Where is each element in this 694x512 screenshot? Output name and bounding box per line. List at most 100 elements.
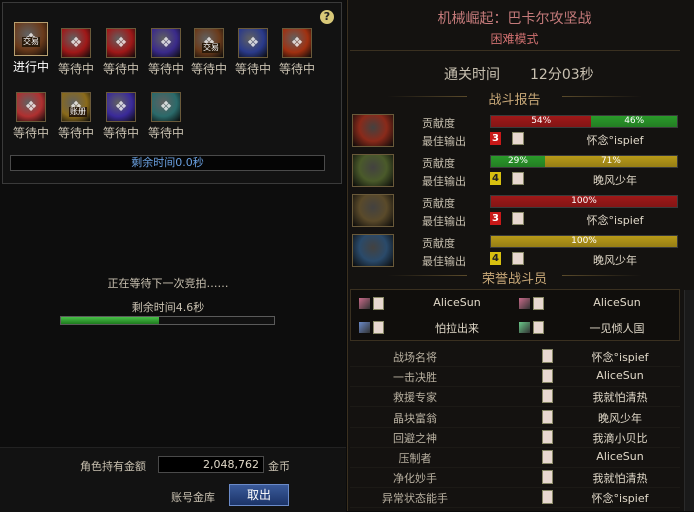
player-avatar-icon — [542, 349, 553, 363]
title-award-row: 压制者 AliceSun — [350, 447, 680, 468]
bid-slot-2[interactable]: ❖ 等待中 — [55, 28, 97, 77]
title-award-row: 晶块富翁 晚风少年 — [350, 407, 680, 428]
bid-slot-8[interactable]: ❖ 等待中 — [10, 92, 52, 141]
gold-unit: 金币 — [268, 460, 290, 473]
rank-badge: 3 — [490, 132, 501, 145]
slot-status: 等待中 — [12, 126, 49, 140]
award-title: 异常状态能手 — [382, 492, 448, 506]
boss-portrait-icon — [352, 154, 394, 187]
crown-icon — [519, 297, 530, 309]
bid-slot-4[interactable]: ❖ 等待中 — [145, 28, 187, 77]
contrib-segment: 29% — [491, 156, 545, 167]
slot-status: 等待中 — [102, 126, 139, 140]
player-avatar-icon — [533, 320, 544, 334]
best-output-label: 最佳输出 — [422, 255, 466, 268]
battle-report-heading: 战斗报告 — [347, 89, 682, 108]
bid-slot-5[interactable]: ❖交易等待中 — [188, 28, 230, 77]
best-player-name: 怀念°ispief — [586, 214, 644, 227]
item-icon: ❖ — [61, 28, 91, 58]
item-tag: 交易 — [202, 43, 220, 53]
heading-divider-left — [387, 275, 467, 276]
honor-member-name: 一见倾人国 — [589, 322, 645, 335]
help-icon[interactable]: ? — [320, 10, 334, 24]
scrollbar[interactable] — [684, 290, 694, 511]
item-icon: ❖交易 — [194, 28, 224, 58]
crown-icon — [359, 297, 370, 309]
heading-divider-left — [387, 96, 467, 97]
clear-time-label: 通关时间 — [444, 67, 500, 83]
honor-member: AliceSun — [359, 296, 511, 310]
player-avatar-icon — [533, 296, 544, 310]
award-title: 净化妙手 — [393, 472, 437, 486]
bid-slot-6[interactable]: ❖ 等待中 — [232, 28, 274, 77]
waiting-message: 正在等待下一次竞拍…… — [107, 277, 229, 290]
player-avatar-icon — [373, 296, 384, 310]
slot-status: 等待中 — [147, 126, 184, 140]
raid-title: 机械崛起：巴卡尔攻坚战 — [437, 11, 592, 27]
item-glyph-icon: ❖ — [290, 35, 304, 51]
player-avatar-icon — [512, 132, 524, 145]
player-avatar-icon — [542, 470, 553, 485]
bid-slot-9[interactable]: ❖账册等待中 — [55, 92, 97, 141]
best-output-label: 最佳输出 — [422, 215, 466, 228]
crown-icon — [519, 321, 530, 333]
slot-status: 等待中 — [234, 62, 271, 76]
honor-member-name: AliceSun — [593, 296, 641, 309]
award-player: AliceSun — [596, 450, 644, 463]
award-player: 我就怕清热 — [592, 472, 648, 486]
raid-mode: 困难模式 — [490, 32, 539, 46]
best-output-label: 最佳输出 — [422, 175, 466, 188]
item-icon: ❖ — [238, 28, 268, 58]
honor-member: AliceSun — [519, 296, 671, 310]
item-icon: ❖ — [151, 92, 181, 122]
honor-member: 一见倾人国 — [519, 320, 671, 335]
award-player: 怀念°ispief — [591, 351, 649, 364]
party-row: 贡献度 最佳输出 100% 3 怀念°ispief — [350, 192, 680, 230]
slot-status: 等待中 — [57, 62, 94, 76]
award-player: 晚风少年 — [598, 411, 642, 425]
honor-member-box: AliceSun AliceSun 怕拉出来 一见倾人国 — [350, 289, 680, 341]
slot-status: 等待中 — [278, 62, 315, 76]
crown-icon — [359, 321, 370, 333]
award-title: 一击决胜 — [393, 371, 437, 385]
boss-portrait-icon — [352, 194, 394, 227]
bid-slot-7[interactable]: ❖ 等待中 — [276, 28, 318, 77]
waiting-progress-fill — [61, 317, 159, 324]
player-avatar-icon — [542, 409, 553, 424]
bid-slot-11[interactable]: ❖ 等待中 — [145, 92, 187, 141]
item-icon: ❖ — [151, 28, 181, 58]
player-avatar-icon — [512, 252, 524, 265]
header-divider — [350, 50, 680, 51]
honor-member-name: 怕拉出来 — [435, 322, 479, 335]
award-title: 战场名将 — [393, 351, 437, 364]
account-vault-label: 账号金库 — [171, 491, 215, 504]
best-output-label: 最佳输出 — [422, 135, 466, 148]
title-award-row: 净化妙手 我就怕清热 — [350, 467, 680, 489]
honor-member-name: AliceSun — [433, 296, 481, 309]
award-player: 怀念°ispief — [591, 492, 649, 506]
award-title: 压制者 — [398, 452, 432, 465]
item-glyph-icon: ❖ — [114, 99, 128, 115]
contrib-label: 贡献度 — [422, 117, 455, 130]
bid-slot-3[interactable]: ❖ 等待中 — [100, 28, 142, 77]
contrib-bar: 100% — [490, 235, 678, 248]
contrib-label: 贡献度 — [422, 237, 455, 250]
slot-status: 等待中 — [57, 126, 94, 140]
bid-slot-1[interactable]: ❖交易进行中 — [10, 22, 52, 75]
slot-status: 等待中 — [147, 62, 184, 76]
slot-status: 等待中 — [102, 62, 139, 76]
slot-status: 等待中 — [190, 62, 227, 76]
rank-badge: 3 — [490, 212, 501, 225]
slot-status: 进行中 — [12, 60, 49, 74]
item-icon: ❖账册 — [61, 92, 91, 122]
title-award-row: 一击决胜 AliceSun — [350, 366, 680, 388]
honor-member: 怕拉出来 — [359, 320, 511, 335]
award-title: 晶块富翁 — [393, 411, 437, 425]
bid-slot-10[interactable]: ❖ 等待中 — [100, 92, 142, 141]
contrib-segment: 100% — [491, 196, 677, 207]
honor-heading: 荣誉战斗员 — [347, 268, 682, 287]
contrib-segment: 100% — [491, 236, 677, 247]
party-row: 贡献度 最佳输出 54% 46% 3 怀念°ispief — [350, 112, 680, 150]
withdraw-button[interactable]: 取出 — [229, 484, 289, 506]
heading-divider-right — [562, 275, 642, 276]
